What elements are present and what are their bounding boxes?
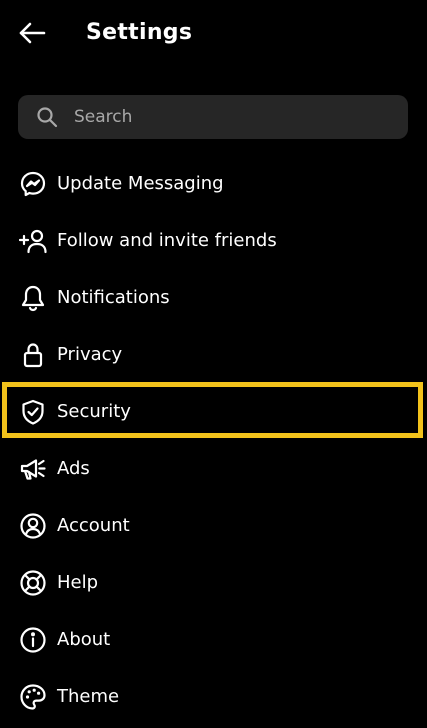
lifebuoy-icon bbox=[19, 569, 47, 597]
account-circle-icon bbox=[19, 512, 47, 540]
megaphone-icon bbox=[19, 455, 47, 483]
menu-item-label: Privacy bbox=[57, 344, 123, 365]
menu-item-label: Notifications bbox=[57, 287, 170, 308]
header: Settings bbox=[0, 0, 427, 66]
menu-item-privacy[interactable]: Privacy bbox=[0, 326, 427, 383]
menu-item-label: Security bbox=[57, 401, 131, 422]
settings-menu: Update Messaging Follow and invite frien… bbox=[0, 155, 427, 725]
palette-icon bbox=[19, 683, 47, 711]
menu-item-label: Ads bbox=[57, 458, 90, 479]
menu-item-account[interactable]: Account bbox=[0, 497, 427, 554]
menu-item-theme[interactable]: Theme bbox=[0, 668, 427, 725]
menu-item-ads[interactable]: Ads bbox=[0, 440, 427, 497]
menu-item-notifications[interactable]: Notifications bbox=[0, 269, 427, 326]
menu-item-label: Account bbox=[57, 515, 130, 536]
bell-icon bbox=[19, 284, 47, 312]
search-icon bbox=[36, 106, 58, 128]
menu-item-security[interactable]: Security bbox=[0, 383, 427, 440]
menu-item-label: Theme bbox=[57, 686, 120, 707]
menu-item-label: About bbox=[57, 629, 111, 650]
arrow-left-icon bbox=[17, 21, 47, 45]
lock-icon bbox=[19, 341, 47, 369]
shield-check-icon bbox=[19, 398, 47, 426]
info-icon bbox=[19, 626, 47, 654]
search-input[interactable] bbox=[72, 94, 408, 140]
menu-item-label: Update Messaging bbox=[57, 173, 224, 194]
search-bar[interactable] bbox=[18, 94, 408, 140]
menu-item-about[interactable]: About bbox=[0, 611, 427, 668]
menu-item-label: Help bbox=[57, 572, 99, 593]
page-title: Settings bbox=[86, 20, 193, 45]
add-person-icon bbox=[19, 227, 47, 255]
messenger-icon bbox=[19, 170, 47, 198]
menu-item-update-messaging[interactable]: Update Messaging bbox=[0, 155, 427, 212]
back-button[interactable] bbox=[14, 17, 50, 49]
menu-item-label: Follow and invite friends bbox=[57, 230, 277, 251]
menu-item-follow-invite[interactable]: Follow and invite friends bbox=[0, 212, 427, 269]
menu-item-help[interactable]: Help bbox=[0, 554, 427, 611]
